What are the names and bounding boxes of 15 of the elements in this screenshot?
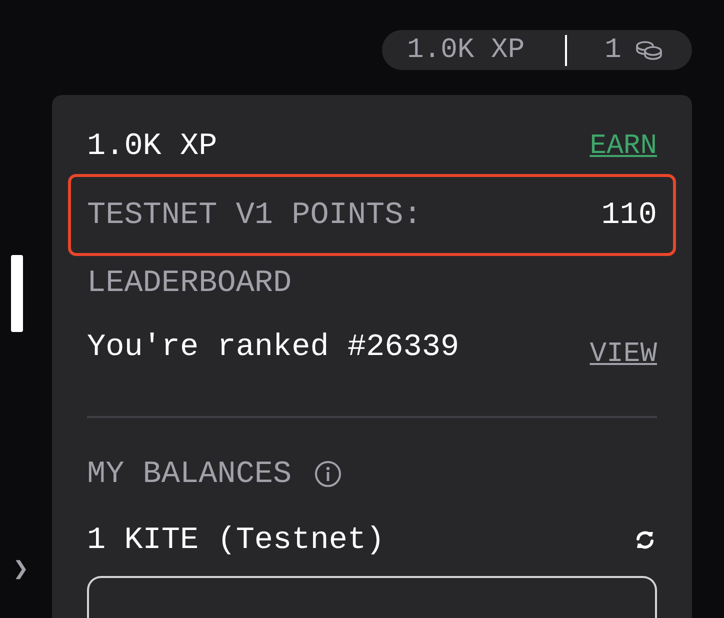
info-icon[interactable]: [314, 460, 342, 488]
xp-count: 1.0K XP: [407, 34, 525, 66]
points-value: 110: [601, 198, 657, 232]
expand-chevron[interactable]: ❯: [13, 552, 29, 588]
rank-text: You're ranked #26339: [87, 330, 460, 364]
section-title: LEADERBOARD: [87, 266, 292, 300]
scroll-handle[interactable]: [11, 255, 23, 332]
section-title: MY BALANCES: [87, 456, 292, 492]
coins-icon: [635, 40, 664, 60]
points-label: TESTNET V1 POINTS:: [87, 198, 422, 232]
balance-text: 1 KITE (Testnet): [87, 522, 385, 558]
coin-count: 1: [604, 34, 622, 66]
xp-total: 1.0K XP: [87, 128, 218, 164]
earn-link[interactable]: EARN: [590, 130, 657, 162]
view-link[interactable]: VIEW: [590, 338, 657, 370]
